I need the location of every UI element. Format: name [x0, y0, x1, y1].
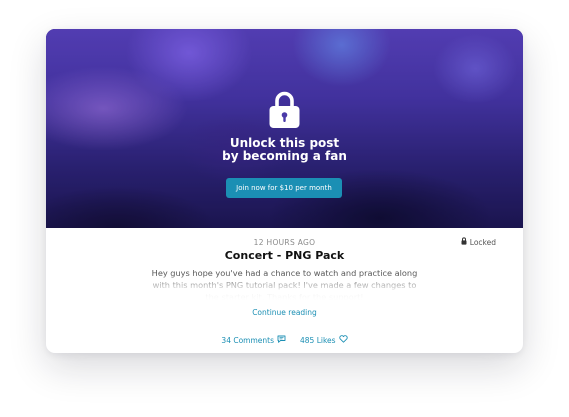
post-title: Concert - PNG Pack [224, 249, 345, 262]
locked-badge: Locked [461, 237, 496, 247]
small-lock-icon [461, 237, 467, 247]
comments-button[interactable]: 34 Comments [221, 335, 286, 345]
post-stats: 34 Comments 485 Likes [46, 335, 523, 345]
post-hero-image: Unlock this post by becoming a fan Join … [46, 29, 523, 228]
locked-label: Locked [469, 237, 496, 247]
unlock-message: Unlock this post by becoming a fan [46, 137, 523, 163]
likes-count: 485 Likes [300, 335, 336, 345]
join-button[interactable]: Join now for $10 per month [226, 178, 342, 198]
likes-button[interactable]: 485 Likes [300, 335, 348, 345]
post-excerpt: Hey guys hope you've had a chance to wat… [146, 267, 423, 300]
comment-icon [277, 335, 286, 345]
lock-icon [268, 90, 301, 130]
post-timestamp: 12 HOURS AGO [253, 238, 316, 247]
comments-count: 34 Comments [221, 335, 275, 345]
unlock-message-line-2: by becoming a fan [222, 149, 347, 163]
heart-icon [338, 335, 348, 345]
continue-reading-link[interactable]: Continue reading [46, 308, 523, 317]
post-card: Unlock this post by becoming a fan Join … [46, 29, 523, 353]
